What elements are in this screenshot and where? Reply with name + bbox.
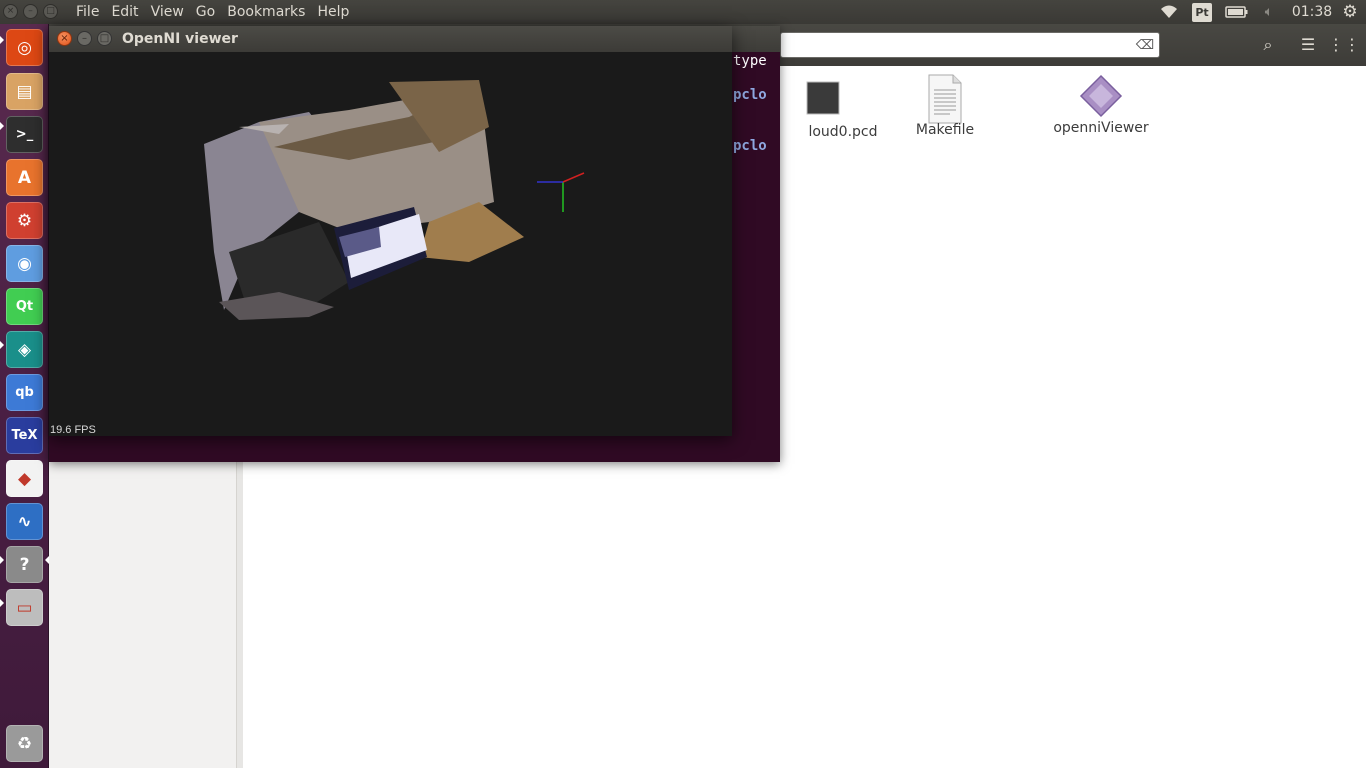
menu-file[interactable]: File <box>70 0 105 24</box>
fps-readout: 19.6 FPS <box>50 424 96 436</box>
launcher-texmaker-icon[interactable]: TeX <box>6 417 43 454</box>
openni-viewer-window[interactable]: × – □ OpenNI viewer 19.6 FPS <box>49 26 732 436</box>
launcher-glyph: A <box>17 167 32 188</box>
file-label: openniViewer <box>1053 120 1149 136</box>
launcher-document-viewer-icon[interactable]: ◆ <box>6 460 43 497</box>
point-cloud-viewport[interactable]: 19.6 FPS <box>49 52 732 436</box>
launcher-glyph: ∿ <box>17 511 32 532</box>
search-icon[interactable]: ⌕ <box>1253 32 1283 58</box>
keyboard-layout-indicator[interactable]: Pt <box>1192 3 1212 22</box>
launcher-files-icon[interactable]: ▤ <box>6 73 43 110</box>
trash-glyph: ♻ <box>16 733 33 754</box>
terminal-text: pclo <box>733 87 767 103</box>
terminal-text: pclo <box>733 138 767 154</box>
menu-view[interactable]: View <box>145 0 190 24</box>
close-icon: × <box>60 33 69 44</box>
clear-search-icon[interactable]: ⌫ <box>1130 33 1160 59</box>
volume-muted-icon[interactable]: 🔈︎ <box>1258 0 1280 24</box>
launcher-glyph: ▭ <box>16 597 33 618</box>
top-panel: × – □ File Edit View Go Bookmarks Help P… <box>0 0 1366 24</box>
menu-help[interactable]: Help <box>311 0 355 24</box>
launcher-gitkraken-icon[interactable]: ◈ <box>6 331 43 368</box>
launcher-glyph: ◆ <box>17 468 32 489</box>
battery-icon[interactable] <box>1224 0 1250 24</box>
viewer-title: OpenNI viewer <box>122 31 238 47</box>
launcher-glyph: ◎ <box>17 37 32 58</box>
running-indicator <box>45 556 49 564</box>
point-cloud-render <box>204 80 585 320</box>
global-close-icon[interactable]: × <box>3 4 18 19</box>
launcher-qbittorrent-icon[interactable]: qb <box>6 374 43 411</box>
menu-go[interactable]: Go <box>190 0 221 24</box>
executable-file-icon <box>1036 74 1166 122</box>
menu-bookmarks[interactable]: Bookmarks <box>221 0 311 24</box>
launcher-chromium-icon[interactable]: ◉ <box>6 245 43 282</box>
minimize-button[interactable]: – <box>77 31 92 46</box>
settings-gear-icon[interactable]: ⚙ <box>1340 0 1360 24</box>
running-indicator <box>0 341 4 349</box>
close-button[interactable]: × <box>57 31 72 46</box>
menu-edit[interactable]: Edit <box>105 0 144 24</box>
terminal-line: pclo <box>733 87 767 103</box>
launcher-glyph: Qt <box>15 299 34 314</box>
viewer-titlebar[interactable]: × – □ OpenNI viewer <box>49 26 732 52</box>
running-indicator <box>0 36 4 44</box>
launcher-glyph: ⚙ <box>16 210 33 231</box>
file-label: Makefile <box>915 122 975 138</box>
list-view-icon[interactable]: ☰ <box>1293 32 1323 58</box>
search-input[interactable] <box>780 32 1160 58</box>
launcher-glyph: TeX <box>11 428 38 443</box>
file-item-openniviewer[interactable]: openniViewer <box>1036 74 1166 136</box>
running-indicator <box>0 122 4 130</box>
launcher-system-monitor-icon[interactable]: ∿ <box>6 503 43 540</box>
maximize-button[interactable]: □ <box>97 31 112 46</box>
launcher-drive-icon[interactable]: ▭ <box>6 589 43 626</box>
launcher-qt-creator-icon[interactable]: Qt <box>6 288 43 325</box>
terminal-line: pclo <box>733 138 767 154</box>
text-file-icon <box>880 74 1010 124</box>
launcher-glyph: ◈ <box>17 339 32 360</box>
launcher-glyph: >_ <box>15 127 34 142</box>
global-minimize-icon[interactable]: – <box>23 4 38 19</box>
launcher-terminal-icon[interactable]: >_ <box>6 116 43 153</box>
grid-view-icon[interactable]: ⋮⋮ <box>1328 32 1360 58</box>
minimize-icon: – <box>82 33 87 44</box>
launcher-help-icon[interactable]: ? <box>6 546 43 583</box>
launcher-software-center-icon[interactable]: A <box>6 159 43 196</box>
launcher-glyph: ? <box>19 554 30 575</box>
launcher-dash-home-icon[interactable]: ◎ <box>6 29 43 66</box>
launcher-glyph: ◉ <box>17 253 32 274</box>
launcher-glyph: ▤ <box>16 81 33 102</box>
clock[interactable]: 01:38 <box>1290 0 1334 24</box>
file-item-makefile[interactable]: Makefile <box>880 74 1010 138</box>
menu-bar: File Edit View Go Bookmarks Help <box>70 0 355 24</box>
global-maximize-icon[interactable]: □ <box>43 4 58 19</box>
terminal-text: type <box>733 53 767 69</box>
wifi-icon[interactable] <box>1158 0 1180 24</box>
trash-icon[interactable]: ♻ <box>6 725 43 762</box>
running-indicator <box>0 556 4 564</box>
launcher-glyph: qb <box>15 385 34 400</box>
terminal-line: type <box>733 53 767 69</box>
maximize-icon: □ <box>99 33 110 44</box>
launcher-system-settings-icon[interactable]: ⚙ <box>6 202 43 239</box>
launcher: ◎ ▤ >_ A ⚙ ◉ Qt ◈ qb TeX ◆ ∿? ▭ ♻ <box>0 24 49 768</box>
running-indicator <box>0 599 4 607</box>
